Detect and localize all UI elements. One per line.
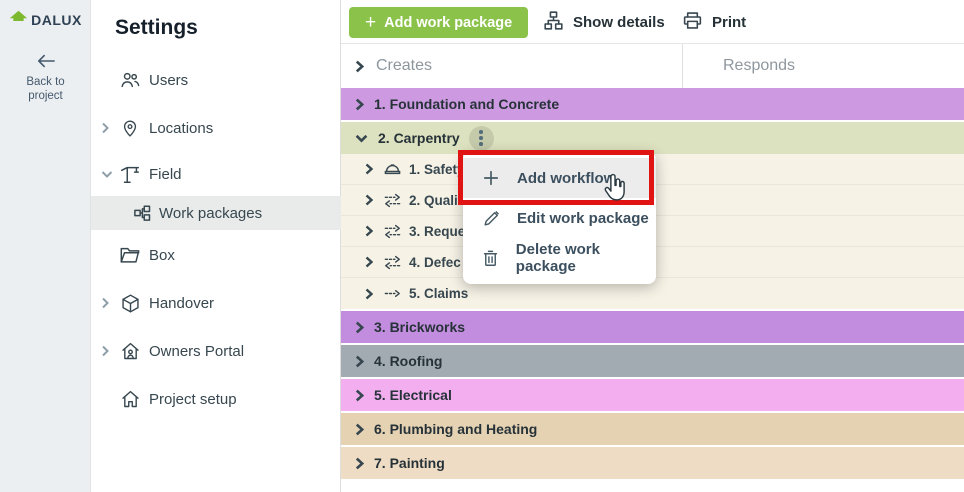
- sidebar-item-label: Locations: [149, 120, 213, 137]
- chevron-right-icon[interactable]: [355, 321, 364, 334]
- print-label: Print: [712, 14, 746, 31]
- sidebar-item-label: Users: [149, 72, 188, 89]
- chevron-right-icon[interactable]: [355, 98, 364, 111]
- menu-item-edit-work-package[interactable]: Edit work package: [463, 198, 656, 238]
- trash-icon: [480, 247, 501, 269]
- plus-icon: +: [365, 13, 376, 32]
- home-icon: [119, 388, 141, 410]
- dalux-house-icon: [9, 10, 28, 30]
- folder-icon: [119, 244, 141, 266]
- chevron-right-icon[interactable]: [365, 256, 373, 268]
- sidebar-item-users[interactable]: Users: [91, 62, 341, 98]
- kebab-menu-button[interactable]: [469, 126, 494, 151]
- work-package-row[interactable]: 7. Painting: [341, 447, 964, 479]
- workflow-icon: [133, 204, 151, 222]
- settings-sidebar: Settings Users Locations Field Work pack…: [91, 0, 341, 492]
- chevron-right-icon[interactable]: [355, 60, 364, 73]
- one-way-workflow-icon: [383, 284, 403, 304]
- row-context-menu: Add workflow Edit work package Delete wo…: [463, 152, 656, 284]
- work-package-list: 1. Foundation and Concrete 2. Carpentry …: [341, 88, 964, 481]
- sidebar-item-label: Project setup: [149, 391, 237, 408]
- sidebar-item-label: Handover: [149, 295, 214, 312]
- users-icon: [119, 69, 141, 91]
- hierarchy-icon: [543, 10, 564, 35]
- work-package-row[interactable]: 4. Roofing: [341, 345, 964, 377]
- add-work-package-button[interactable]: + Add work package: [349, 7, 528, 38]
- back-arrow-icon: [35, 57, 57, 74]
- two-way-workflow-icon: [383, 190, 403, 210]
- work-packages-panel: + Add work package Show details Print Cr…: [341, 0, 964, 492]
- chevron-down-icon[interactable]: [355, 134, 368, 143]
- responds-column-header: Responds: [723, 44, 795, 88]
- show-details-label: Show details: [573, 14, 665, 31]
- chevron-down-icon[interactable]: [101, 170, 117, 178]
- brand-name: DALUX: [31, 12, 82, 28]
- sidebar-item-locations[interactable]: Locations: [91, 110, 341, 146]
- workflow-subrow[interactable]: 5. Claims: [341, 278, 964, 309]
- dalux-logo: DALUX: [0, 10, 91, 30]
- show-details-button[interactable]: Show details: [543, 0, 665, 44]
- sidebar-item-box[interactable]: Box: [91, 237, 341, 273]
- owners-portal-icon: [119, 340, 141, 362]
- chevron-right-icon[interactable]: [355, 389, 364, 402]
- sidebar-item-label: Box: [149, 247, 175, 264]
- work-package-row[interactable]: 5. Electrical: [341, 379, 964, 411]
- chevron-right-icon[interactable]: [365, 194, 373, 206]
- chevron-right-icon[interactable]: [365, 225, 373, 237]
- sidebar-item-project-setup[interactable]: Project setup: [91, 381, 341, 417]
- menu-item-add-workflow[interactable]: Add workflow: [463, 158, 656, 198]
- sidebar-item-label: Field: [149, 166, 182, 183]
- plus-icon: [480, 167, 502, 189]
- creates-column-header: Creates: [355, 44, 432, 88]
- toolbar: + Add work package Show details Print: [341, 0, 964, 44]
- chevron-right-icon[interactable]: [101, 122, 117, 134]
- chevron-right-icon[interactable]: [355, 423, 364, 436]
- chevron-right-icon[interactable]: [355, 457, 364, 470]
- safety-helmet-icon: [383, 159, 403, 179]
- chevron-right-icon[interactable]: [355, 355, 364, 368]
- handover-cube-icon: [119, 292, 141, 314]
- work-package-row[interactable]: 6. Plumbing and Heating: [341, 413, 964, 445]
- chevron-right-icon[interactable]: [101, 297, 117, 309]
- work-package-row[interactable]: 1. Foundation and Concrete: [341, 88, 964, 120]
- back-label-line1: Back to: [0, 75, 91, 89]
- chevron-right-icon[interactable]: [365, 163, 373, 175]
- menu-item-delete-work-package[interactable]: Delete work package: [463, 238, 656, 278]
- back-label-line2: project: [0, 89, 91, 103]
- work-package-row[interactable]: 3. Brickworks: [341, 311, 964, 343]
- left-rail: DALUX Back to project: [0, 0, 91, 492]
- sidebar-item-work-packages[interactable]: Work packages: [91, 196, 341, 230]
- two-way-workflow-icon: [383, 252, 403, 272]
- work-package-row-expanded[interactable]: 2. Carpentry: [341, 122, 964, 154]
- column-header-row: Creates Responds: [341, 44, 964, 88]
- sidebar-item-owners-portal[interactable]: Owners Portal: [91, 333, 341, 369]
- sidebar-item-field[interactable]: Field: [91, 156, 341, 192]
- page-title: Settings: [115, 16, 198, 40]
- sidebar-item-handover[interactable]: Handover: [91, 285, 341, 321]
- two-way-workflow-icon: [383, 221, 403, 241]
- location-pin-icon: [119, 117, 141, 139]
- chevron-right-icon[interactable]: [365, 288, 373, 300]
- pencil-icon: [480, 207, 502, 229]
- print-button[interactable]: Print: [682, 0, 746, 44]
- column-divider: [682, 44, 683, 88]
- crane-icon: [119, 163, 141, 185]
- back-to-project[interactable]: Back to project: [0, 52, 91, 104]
- sidebar-item-label: Work packages: [159, 205, 262, 222]
- printer-icon: [682, 10, 703, 35]
- sidebar-item-label: Owners Portal: [149, 343, 244, 360]
- chevron-right-icon[interactable]: [101, 345, 117, 357]
